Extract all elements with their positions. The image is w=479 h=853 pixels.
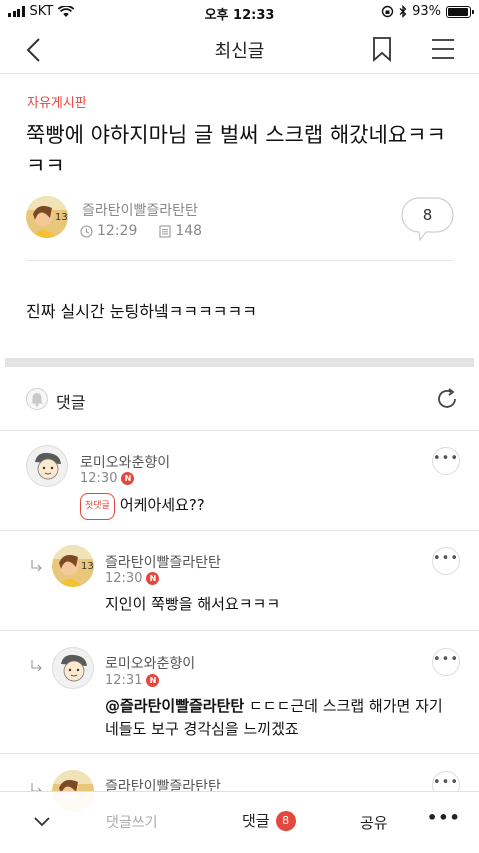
comment-text: 첫댓글 어케아세요??	[80, 493, 205, 520]
refresh-icon[interactable]	[435, 387, 459, 411]
comment-author[interactable]: 로미오와춘향이	[105, 653, 195, 673]
comment-body: 지인이 쭉빵을 해서요ㅋㅋㅋ	[105, 595, 281, 613]
comment-body: 어케아세요??	[119, 496, 205, 514]
post-views: 148	[175, 223, 203, 239]
battery-percent: 93%	[412, 4, 441, 19]
more-button[interactable]: •••	[427, 808, 461, 827]
chevron-down-icon[interactable]	[32, 814, 52, 830]
page-title: 최신글	[214, 41, 265, 62]
comment-time-text: 12:31	[105, 673, 143, 688]
more-options-button[interactable]: •••	[432, 447, 460, 475]
comment-author[interactable]: 로미오와춘향이	[80, 452, 170, 472]
comment-time: 12:30 N	[105, 571, 160, 586]
comment-time-text: 12:30	[105, 571, 143, 586]
reply-arrow-icon	[31, 560, 42, 572]
comment-text: @즐라탄이빨즐라탄탄 ㄷㄷㄷ근데 스크랩 해가면 자기네들도 보구 경각심을 느…	[105, 695, 450, 741]
comment-author[interactable]: 즐라탄이빨즐라탄탄	[105, 552, 221, 572]
clock-icon	[80, 224, 93, 238]
board-name[interactable]: 자유게시판	[27, 92, 87, 111]
orientation-lock-icon	[381, 5, 394, 18]
svg-text:13: 13	[55, 212, 68, 223]
reply-item: 로미오와춘향이 12:31 N @즐라탄이빨즐라탄탄 ㄷㄷㄷ근데 스크랩 해가면…	[0, 631, 479, 754]
bell-icon[interactable]	[26, 388, 48, 410]
status-bar: SKT 오후 12:33 93%	[0, 0, 479, 24]
nav-bar: 최신글	[0, 24, 479, 74]
avatar[interactable]	[26, 445, 68, 487]
new-badge: N	[121, 472, 135, 485]
section-divider	[5, 358, 474, 367]
reply-arrow-icon	[31, 660, 42, 672]
comment-count-button[interactable]: 8	[400, 196, 455, 242]
comment-count: 8	[422, 206, 433, 224]
divider	[26, 260, 453, 261]
new-badge: N	[146, 674, 160, 687]
bottom-action-bar: 댓글쓰기 댓글 8 공유 •••	[0, 791, 479, 853]
avatar[interactable]: 13	[26, 196, 68, 238]
comments-button[interactable]: 댓글 8	[242, 810, 296, 831]
comment-time-text: 12:30	[80, 471, 118, 486]
new-badge: N	[146, 572, 160, 585]
comments-header: 댓글	[0, 367, 479, 431]
reply-item: 13 즐라탄이빨즐라탄탄 12:30 N 지인이 쭉빵을 해서요ㅋㅋㅋ •••	[0, 531, 479, 631]
mention[interactable]: @즐라탄이빨즐라탄탄	[105, 697, 244, 715]
author-name[interactable]: 즐라탄이빨즐라탄탄	[82, 200, 198, 220]
comments-label: 댓글	[56, 393, 86, 412]
bookmark-icon[interactable]	[371, 36, 393, 62]
comment-count-badge: 8	[275, 810, 296, 831]
comment-time: 12:30 N	[80, 471, 135, 486]
comments-button-label: 댓글	[242, 812, 270, 830]
views-icon	[159, 224, 171, 238]
first-comment-badge: 첫댓글	[80, 493, 115, 520]
avatar[interactable]: 13	[52, 545, 94, 587]
status-right: 93%	[381, 4, 474, 19]
comment-time: 12:31 N	[105, 673, 160, 688]
battery-icon	[446, 5, 474, 18]
more-options-button[interactable]: •••	[432, 648, 460, 676]
svg-text:13: 13	[81, 561, 94, 572]
post-time: 12:29	[97, 223, 138, 239]
more-options-button[interactable]: •••	[432, 547, 460, 575]
write-comment-input[interactable]: 댓글쓰기	[106, 812, 158, 832]
post-body: 진짜 실시간 눈팅하넼ㅋㅋㅋㅋㅋㅋ	[26, 302, 257, 321]
hamburger-menu-icon[interactable]	[431, 38, 455, 60]
share-button[interactable]: 공유	[360, 812, 388, 833]
bluetooth-icon	[399, 5, 407, 18]
post-title: 쭉빵에 야하지마님 글 벌써 스크랩 해갔네요ㅋㅋㅋㅋ	[26, 123, 446, 178]
comment-item: 로미오와춘향이 12:30 N 첫댓글 어케아세요?? •••	[0, 431, 479, 531]
avatar[interactable]	[52, 647, 94, 689]
post-meta: 12:29 148	[80, 223, 202, 239]
